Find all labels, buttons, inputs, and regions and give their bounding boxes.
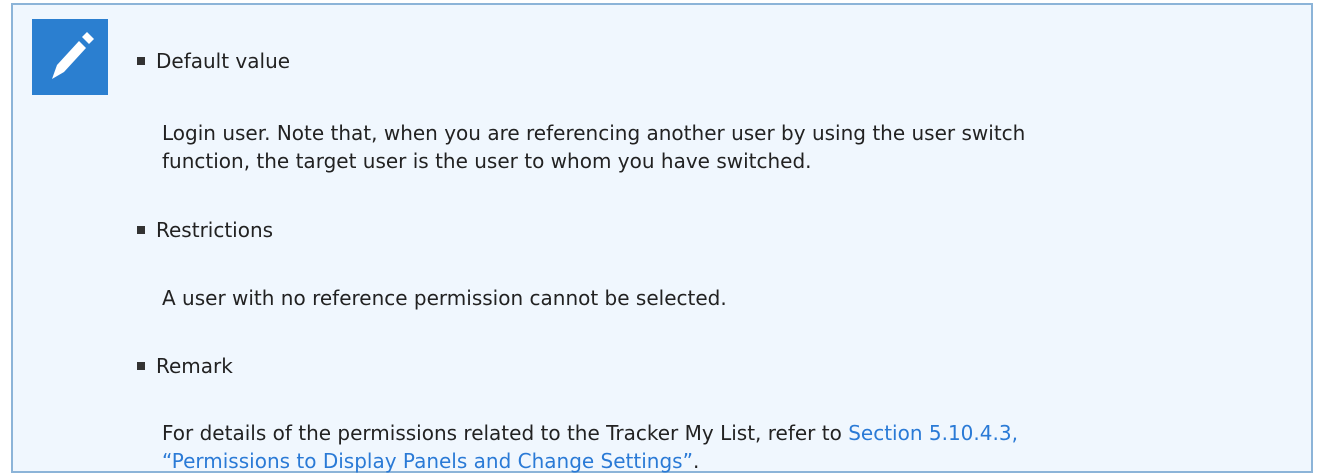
bullet-icon (137, 361, 145, 370)
bullet-icon (137, 56, 145, 65)
remark-text-suffix: . (692, 449, 700, 473)
default-value-line-2: function, the target user is the user to… (162, 149, 812, 173)
restrictions-text: A user with no reference permission cann… (162, 286, 727, 310)
bullet-item-default-value: Default value (137, 47, 290, 75)
restrictions-heading: Restrictions (156, 218, 274, 242)
bullet-icon (137, 225, 145, 234)
remark-line-2: “Permissions to Display Panels and Chang… (162, 447, 1312, 475)
bullet-item-restrictions: Restrictions (137, 216, 273, 244)
note-icon-badge (32, 19, 108, 95)
default-value-heading: Default value (156, 49, 291, 73)
default-value-paragraph: Login user. Note that, when you are refe… (162, 119, 1312, 175)
remark-line-1: For details of the permissions related t… (162, 419, 1312, 447)
bullet-item-remark: Remark (137, 352, 233, 380)
remark-paragraph: For details of the permissions related t… (162, 419, 1312, 475)
pencil-icon (52, 32, 94, 79)
restrictions-paragraph: A user with no reference permission cann… (162, 284, 1312, 312)
section-link-part-1[interactable]: Section 5.10.4.3, (848, 421, 1018, 445)
section-link-part-2[interactable]: “Permissions to Display Panels and Chang… (162, 449, 693, 473)
note-box: Default value Login user. Note that, whe… (11, 3, 1313, 473)
remark-heading: Remark (156, 354, 233, 378)
remark-text-prefix: For details of the permissions related t… (162, 421, 849, 445)
default-value-line-1: Login user. Note that, when you are refe… (162, 121, 1026, 145)
